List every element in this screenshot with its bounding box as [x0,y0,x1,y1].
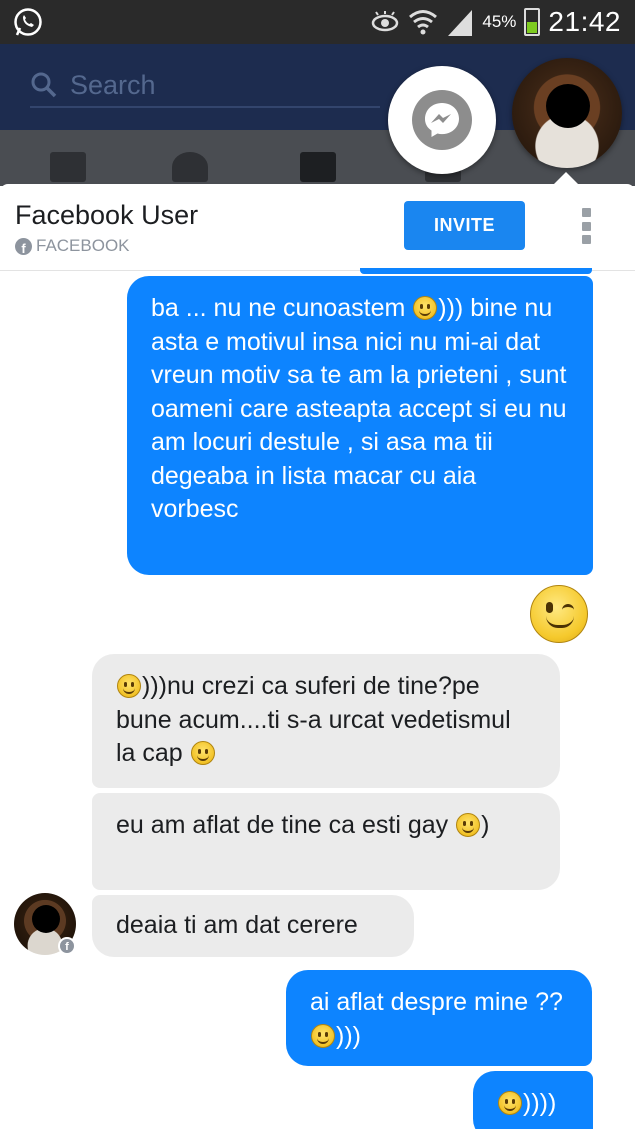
smile-emoji-icon [117,674,141,698]
chat-panel: Facebook User f FACEBOOK INVITE ba ... n… [0,184,635,1129]
signal-icon [448,10,473,36]
wink-emoji-icon[interactable] [530,585,588,643]
search-placeholder: Search [70,69,156,100]
news-feed-tab[interactable] [50,152,86,182]
contact-name[interactable]: Facebook User [15,200,198,231]
smile-emoji-icon [311,1023,335,1048]
message-text: deaia ti am dat cerere [116,911,358,939]
contact-source: f FACEBOOK [15,236,130,256]
previous-message-bubble [360,268,592,274]
contact-chat-head[interactable] [512,58,622,168]
censor-mark [32,905,60,933]
smile-emoji-icon [190,741,215,765]
search-icon [31,72,57,98]
battery-icon [524,8,541,36]
chat-header: Facebook User f FACEBOOK INVITE [0,184,635,271]
message-text: ))) [438,294,464,322]
message-bubble-received[interactable]: )))nu crezi ca suferi de tine?pe bune ac… [92,654,560,788]
facebook-icon: f [15,237,32,255]
message-text: bine nu asta e motivul insa nici nu mi-a… [151,294,567,523]
contact-avatar[interactable]: f [14,893,76,955]
messenger-icon [412,90,472,150]
message-text: )))nu crezi ca suferi de tine?pe bune ac… [116,672,511,767]
facebook-badge-icon: f [58,937,76,955]
message-text: )))) [523,1089,557,1117]
clock: 21:42 [548,6,621,37]
message-bubble-sent[interactable]: ba ... nu ne cunoastem ))) bine nu asta … [127,276,593,575]
smile-emoji-icon [498,1091,522,1115]
eye-icon [372,11,399,32]
message-text: ))) [336,1021,361,1050]
status-bar: 45% 21:42 [0,0,635,44]
message-text: ai aflat despre mine ?? [310,988,563,1016]
message-bubble-received[interactable]: eu am aflat de tine ca esti gay ) [92,793,560,890]
messages-tab[interactable] [300,152,336,182]
friends-tab[interactable] [172,152,208,182]
message-bubble-sent[interactable]: )))) [473,1071,593,1129]
search-input[interactable]: Search [30,64,380,108]
whatsapp-icon [12,6,44,38]
message-text: ) [481,811,490,839]
message-text: ba ... nu ne cunoastem [151,294,413,322]
message-bubble-sent[interactable]: ai aflat despre mine ?? ))) [286,970,592,1066]
messenger-chat-head[interactable] [388,66,496,174]
chat-head-pointer [554,172,578,184]
more-options-icon[interactable] [574,206,598,246]
message-bubble-received[interactable]: deaia ti am dat cerere [92,895,414,957]
battery-percent: 45% [482,12,517,31]
wifi-icon [409,10,438,35]
status-icons: 45% 21:42 [370,0,621,44]
censor-mark [546,84,590,128]
smile-emoji-icon [456,813,481,837]
smile-emoji-icon [413,296,438,320]
message-text: eu am aflat de tine ca esti gay [116,811,456,839]
invite-button[interactable]: INVITE [404,201,525,250]
screen: 45% 21:42 Search Facebook User f FACEBOO… [0,0,635,1129]
contact-source-label: FACEBOOK [36,236,130,255]
